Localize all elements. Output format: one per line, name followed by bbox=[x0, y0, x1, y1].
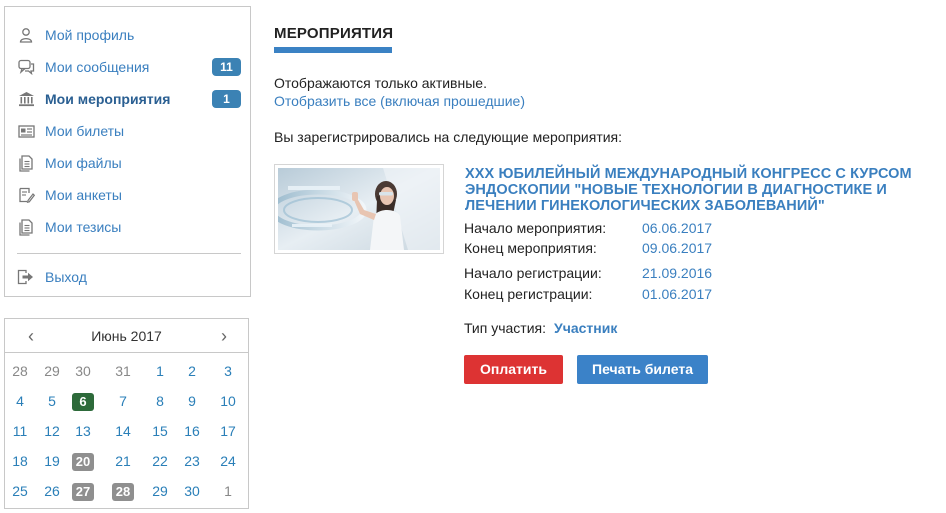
calendar-day[interactable]: 26 bbox=[37, 480, 67, 502]
calendar-day[interactable]: 23 bbox=[177, 450, 207, 472]
event-start-value: 06.06.2017 bbox=[642, 220, 713, 236]
sidebar-item-files[interactable]: Мои файлы bbox=[5, 148, 250, 178]
calendar-event-marker: 27 bbox=[72, 483, 94, 501]
calendar: ‹ Июнь 2017 › 28 29 30 31 1 2 3 4 5 6 7 8 9 10 11 12 13 1… bbox=[4, 318, 249, 509]
calendar-day[interactable]: 17 bbox=[213, 420, 243, 442]
sidebar-menu: Мой профиль Мои сообщения 11 Мои меропри… bbox=[4, 6, 251, 297]
calendar-day[interactable]: 9 bbox=[177, 390, 207, 412]
sidebar-item-tickets[interactable]: Мои билеты bbox=[5, 116, 250, 146]
registration-start-label: Начало регистрации: bbox=[464, 265, 602, 281]
event-start-label: Начало мероприятия: bbox=[464, 220, 607, 236]
calendar-day[interactable]: 11 bbox=[5, 420, 35, 442]
calendar-day[interactable]: 6 bbox=[68, 390, 98, 412]
calendar-day[interactable]: 30 bbox=[68, 360, 98, 382]
calendar-day[interactable]: 5 bbox=[37, 390, 67, 412]
registration-end-value: 01.06.2017 bbox=[642, 286, 713, 302]
calendar-day[interactable]: 22 bbox=[145, 450, 175, 472]
logout-button[interactable]: Выход bbox=[5, 262, 250, 292]
calendar-day[interactable]: 4 bbox=[5, 390, 35, 412]
calendar-day[interactable]: 27 bbox=[68, 480, 98, 502]
event-image[interactable] bbox=[274, 164, 444, 254]
form-edit-icon bbox=[17, 186, 35, 204]
menu-divider bbox=[17, 253, 241, 254]
sidebar-item-label: Мой профиль bbox=[45, 27, 135, 43]
calendar-day[interactable]: 28 bbox=[108, 480, 138, 502]
event-title-link[interactable]: XXX ЮБИЛЕЙНЫЙ МЕЖДУНАРОДНЫЙ КОНГРЕСС С К… bbox=[465, 166, 935, 214]
files-icon bbox=[17, 154, 35, 172]
calendar-day[interactable]: 19 bbox=[37, 450, 67, 472]
show-all-link[interactable]: Отобразить все (включая прошедшие) bbox=[274, 93, 525, 109]
calendar-day[interactable]: 10 bbox=[213, 390, 243, 412]
event-end-value: 09.06.2017 bbox=[642, 240, 713, 256]
event-end-label: Конец мероприятия: bbox=[464, 240, 597, 256]
calendar-day[interactable]: 30 bbox=[177, 480, 207, 502]
calendar-month-title: Июнь 2017 bbox=[91, 328, 162, 344]
calendar-day[interactable]: 14 bbox=[108, 420, 138, 442]
active-only-text: Отображаются только активные. bbox=[274, 75, 487, 91]
calendar-day[interactable]: 3 bbox=[213, 360, 243, 382]
document-icon bbox=[17, 218, 35, 236]
calendar-day[interactable]: 18 bbox=[5, 450, 35, 472]
registration-end-label: Конец регистрации: bbox=[464, 286, 593, 302]
sidebar-item-label: Мои анкеты bbox=[45, 187, 122, 203]
sidebar-item-forms[interactable]: Мои анкеты bbox=[5, 180, 250, 210]
sidebar-item-label: Мои сообщения bbox=[45, 59, 150, 75]
registered-text: Вы зарегистрировались на следующие мероп… bbox=[274, 129, 623, 145]
calendar-day[interactable]: 1 bbox=[145, 360, 175, 382]
calendar-day[interactable]: 29 bbox=[37, 360, 67, 382]
messages-count-badge: 11 bbox=[212, 58, 241, 76]
chat-icon bbox=[17, 58, 35, 76]
calendar-day[interactable]: 21 bbox=[108, 450, 138, 472]
print-ticket-button[interactable]: Печать билета bbox=[577, 355, 708, 384]
sidebar-item-events[interactable]: Мои мероприятия 1 bbox=[5, 84, 250, 114]
sidebar-item-theses[interactable]: Мои тезисы bbox=[5, 212, 250, 242]
calendar-day[interactable]: 7 bbox=[108, 390, 138, 412]
calendar-event-marker: 20 bbox=[72, 453, 94, 471]
calendar-day[interactable]: 20 bbox=[68, 450, 98, 472]
logout-label: Выход bbox=[45, 269, 87, 285]
calendar-day[interactable]: 8 bbox=[145, 390, 175, 412]
event-illustration bbox=[278, 168, 440, 250]
sidebar-item-label: Мои файлы bbox=[45, 155, 122, 171]
calendar-today-marker: 6 bbox=[72, 393, 94, 411]
sidebar-item-messages[interactable]: Мои сообщения 11 bbox=[5, 52, 250, 82]
calendar-day[interactable]: 31 bbox=[108, 360, 138, 382]
calendar-event-marker: 28 bbox=[112, 483, 134, 501]
logout-icon bbox=[17, 268, 35, 286]
calendar-day[interactable]: 2 bbox=[177, 360, 207, 382]
pay-button[interactable]: Оплатить bbox=[464, 355, 563, 384]
events-count-badge: 1 bbox=[212, 90, 241, 108]
sidebar-item-label: Мои тезисы bbox=[45, 219, 122, 235]
sidebar-item-profile[interactable]: Мой профиль bbox=[5, 20, 250, 50]
page-title: МЕРОПРИЯТИЯ bbox=[274, 25, 394, 42]
participation-type-value: Участник bbox=[554, 320, 618, 336]
calendar-day[interactable]: 28 bbox=[5, 360, 35, 382]
calendar-day[interactable]: 29 bbox=[145, 480, 175, 502]
sidebar-item-label: Мои мероприятия bbox=[45, 91, 171, 107]
calendar-day[interactable]: 12 bbox=[37, 420, 67, 442]
building-icon bbox=[17, 90, 35, 108]
calendar-day[interactable]: 13 bbox=[68, 420, 98, 442]
registration-start-value: 21.09.2016 bbox=[642, 265, 713, 281]
calendar-next-button[interactable]: › bbox=[214, 326, 234, 346]
calendar-header: ‹ Июнь 2017 › bbox=[5, 319, 248, 353]
calendar-day[interactable]: 24 bbox=[213, 450, 243, 472]
calendar-day[interactable]: 15 bbox=[145, 420, 175, 442]
sidebar-item-label: Мои билеты bbox=[45, 123, 125, 139]
ticket-icon bbox=[17, 122, 35, 140]
calendar-day[interactable]: 25 bbox=[5, 480, 35, 502]
user-icon bbox=[17, 26, 35, 44]
calendar-day[interactable]: 1 bbox=[213, 480, 243, 502]
participation-type-label: Тип участия: bbox=[464, 320, 547, 336]
calendar-day[interactable]: 16 bbox=[177, 420, 207, 442]
title-underline bbox=[274, 47, 392, 53]
